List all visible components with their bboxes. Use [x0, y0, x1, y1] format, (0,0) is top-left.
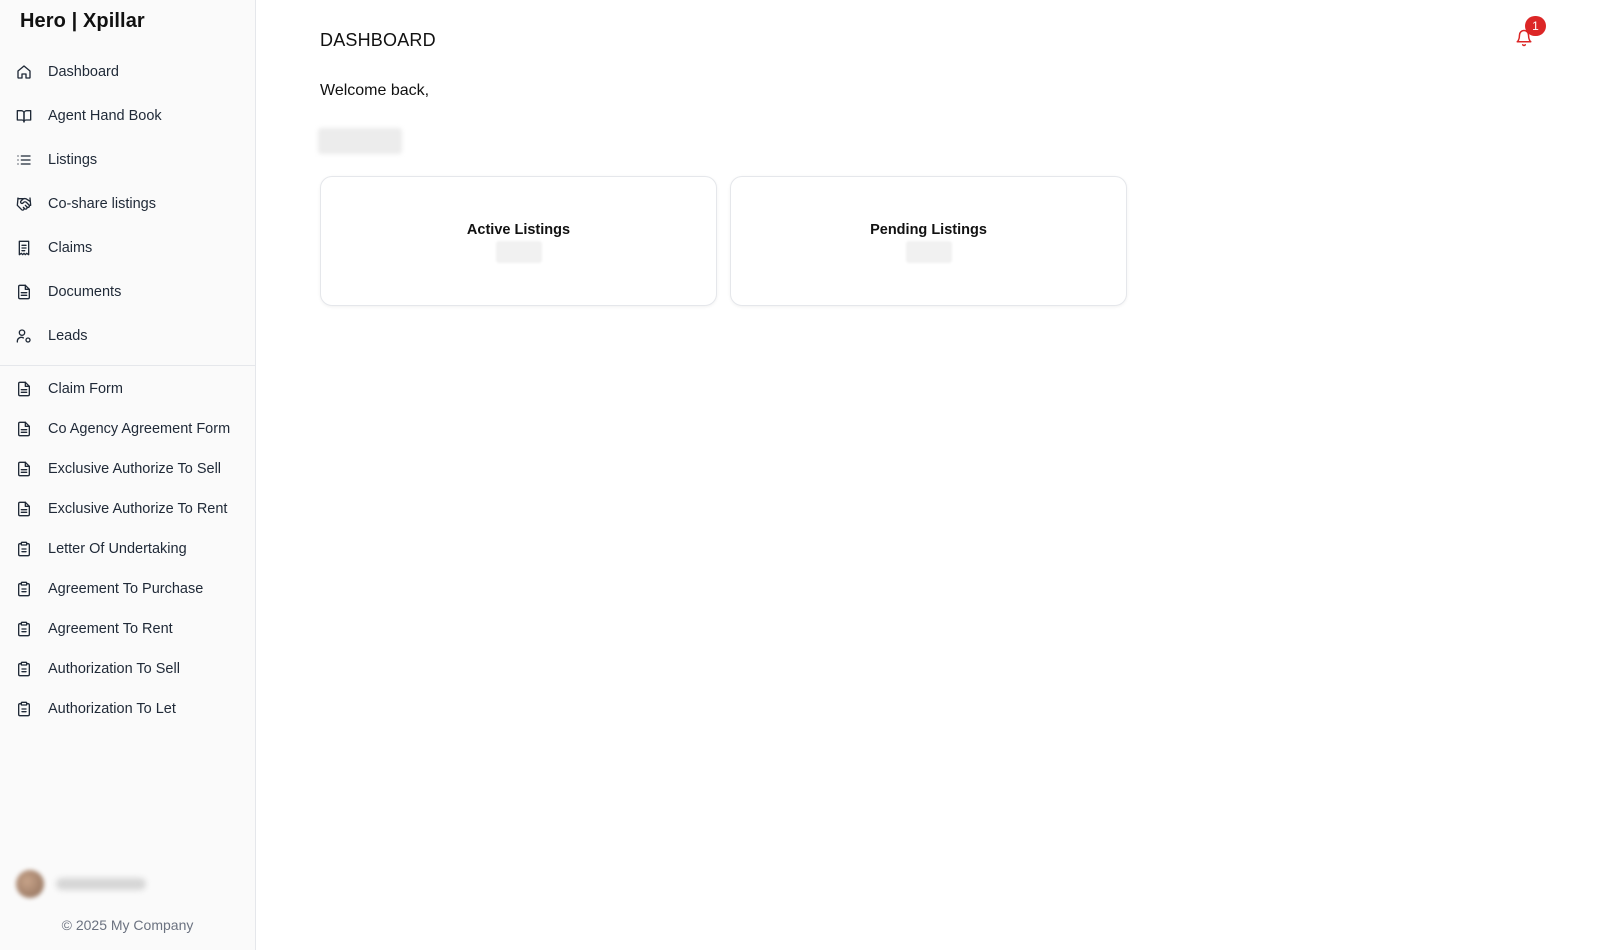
sidebar-item-label: Leads: [48, 328, 88, 344]
clipboard-icon: [16, 661, 32, 677]
clipboard-icon: [16, 581, 32, 597]
sidebar-item-authorization-to-let[interactable]: Authorization To Let: [0, 689, 255, 729]
book-open-icon: [16, 108, 32, 124]
card-title: Pending Listings: [870, 222, 987, 238]
file-text-icon: [16, 501, 32, 517]
sidebar-item-co-share-listings[interactable]: Co-share listings: [0, 182, 255, 226]
handshake-icon: [16, 196, 32, 212]
file-text-icon: [16, 381, 32, 397]
pending-listings-card[interactable]: Pending Listings: [730, 176, 1127, 306]
sidebar-item-label: Co Agency Agreement Form: [48, 421, 231, 437]
brand-logo-text[interactable]: Hero | Xpillar: [20, 10, 145, 33]
sidebar-item-agent-hand-book[interactable]: Agent Hand Book: [0, 94, 255, 138]
clipboard-icon: [16, 701, 32, 717]
sidebar-divider: [0, 365, 255, 366]
sidebar-item-documents[interactable]: Documents: [0, 270, 255, 314]
copyright: © 2025 My Company: [61, 917, 194, 933]
sidebar-item-dashboard[interactable]: Dashboard: [0, 50, 255, 94]
sidebar-item-letter-of-undertaking[interactable]: Letter Of Undertaking: [0, 529, 255, 569]
sidebar-item-label: Claim Form: [48, 381, 123, 397]
sidebar: Hero | Xpillar Dashboard Agent Hand Book…: [0, 0, 256, 950]
welcome-text: Welcome back,: [320, 82, 430, 99]
clipboard-icon: [16, 621, 32, 637]
clipboard-icon: [16, 541, 32, 557]
sidebar-item-label: Agreement To Purchase: [48, 581, 204, 597]
main-content: DASHBOARD 1 Welcome back, Active Listing…: [256, 0, 1600, 950]
sidebar-primary-nav: Dashboard Agent Hand Book Listings Co-sh…: [0, 50, 255, 358]
sidebar-item-label: Dashboard: [48, 64, 119, 80]
sidebar-item-label: Listings: [48, 152, 98, 168]
sidebar-item-label: Exclusive Authorize To Rent: [48, 501, 228, 517]
file-text-icon: [16, 284, 32, 300]
sidebar-item-agreement-to-rent[interactable]: Agreement To Rent: [0, 609, 255, 649]
receipt-icon: [16, 240, 32, 256]
page-title: DASHBOARD: [320, 30, 436, 50]
file-text-icon: [16, 461, 32, 477]
sidebar-item-label: Agent Hand Book: [48, 108, 162, 124]
notification-count-badge[interactable]: 1: [1525, 16, 1546, 36]
sidebar-item-label: Exclusive Authorize To Sell: [48, 461, 222, 477]
user-name-redacted: [56, 878, 146, 890]
sidebar-item-exclusive-authorize-to-sell[interactable]: Exclusive Authorize To Sell: [0, 449, 255, 489]
sidebar-item-label: Co-share listings: [48, 196, 156, 212]
card-title: Active Listings: [466, 222, 571, 238]
home-icon: [16, 64, 32, 80]
app-root: Hero | Xpillar Dashboard Agent Hand Book…: [0, 0, 1600, 950]
sidebar-item-label: Authorization To Let: [48, 701, 176, 717]
sidebar-item-agreement-to-purchase[interactable]: Agreement To Purchase: [0, 569, 255, 609]
sidebar-item-label: Documents: [48, 284, 122, 300]
user-cog-icon: [16, 328, 32, 344]
avatar: [16, 870, 44, 898]
user-name-redacted: [318, 128, 402, 154]
sidebar-forms-nav: Claim Form Co Agency Agreement Form Excl…: [0, 369, 255, 729]
sidebar-item-label: Letter Of Undertaking: [48, 541, 187, 557]
active-listings-card[interactable]: Active Listings: [320, 176, 717, 306]
sidebar-item-label: Claims: [48, 240, 93, 256]
user-profile-menu[interactable]: [16, 870, 216, 898]
sidebar-item-listings[interactable]: Listings: [0, 138, 255, 182]
sidebar-item-authorization-to-sell[interactable]: Authorization To Sell: [0, 649, 255, 689]
sidebar-item-label: Authorization To Sell: [48, 661, 180, 677]
card-value-redacted: [495, 241, 542, 263]
sidebar-item-claims[interactable]: Claims: [0, 226, 255, 270]
sidebar-item-leads[interactable]: Leads: [0, 314, 255, 358]
sidebar-item-co-agency-agreement-form[interactable]: Co Agency Agreement Form: [0, 409, 255, 449]
sidebar-item-label: Agreement To Rent: [48, 621, 173, 637]
file-text-icon: [16, 421, 32, 437]
sidebar-item-exclusive-authorize-to-rent[interactable]: Exclusive Authorize To Rent: [0, 489, 255, 529]
card-value-redacted: [905, 241, 952, 263]
sidebar-item-claim-form[interactable]: Claim Form: [0, 369, 255, 409]
list-icon: [16, 152, 32, 168]
